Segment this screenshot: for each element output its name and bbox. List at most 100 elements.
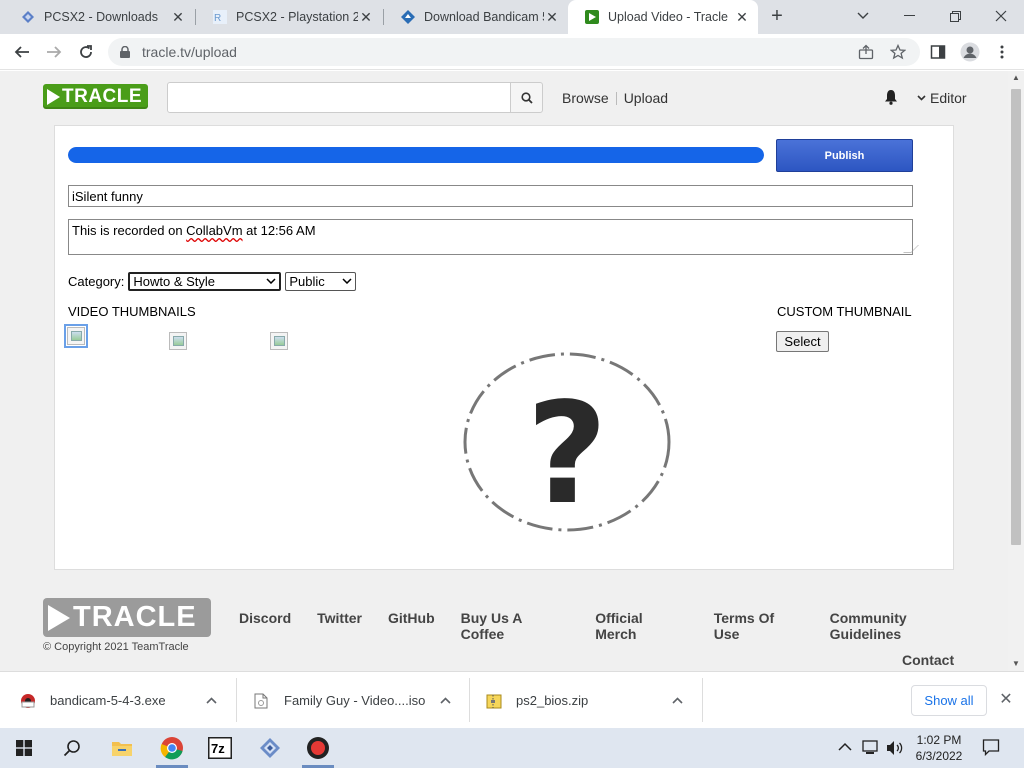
- privacy-select[interactable]: Public: [285, 272, 357, 291]
- side-panel-icon[interactable]: [928, 42, 948, 62]
- footer-logo[interactable]: TRACLE: [43, 598, 211, 637]
- pcsx2-icon: [20, 9, 36, 25]
- new-tab-icon[interactable]: +: [766, 6, 788, 28]
- copyright-text: © Copyright 2021 TeamTracle: [43, 641, 189, 653]
- search-input[interactable]: [167, 82, 511, 113]
- play-logo-icon: [48, 604, 70, 631]
- thumbnail-option-1[interactable]: [64, 324, 88, 348]
- play-logo-icon: [47, 88, 60, 105]
- footer-link-buy-coffee[interactable]: Buy Us A Coffee: [461, 610, 570, 642]
- footer-link-github[interactable]: GitHub: [388, 610, 435, 642]
- svg-text:7z: 7z: [211, 741, 225, 756]
- close-icon[interactable]: ✕: [358, 9, 374, 25]
- footer-link-discord[interactable]: Discord: [239, 610, 291, 642]
- tab-pcsx2-wiki[interactable]: R PCSX2 - Playstation 2 E ✕: [196, 0, 382, 34]
- footer-link-merch[interactable]: Official Merch: [595, 610, 688, 642]
- download-filename: ps2_bios.zip: [516, 693, 589, 708]
- page-scrollbar[interactable]: ▲ ▼: [1008, 71, 1024, 671]
- custom-thumbnail-heading: CUSTOM THUMBNAIL: [777, 304, 912, 319]
- select-thumbnail-button[interactable]: Select: [776, 331, 829, 352]
- chevron-up-icon[interactable]: [440, 695, 451, 707]
- video-title-value: iSilent funny: [72, 188, 143, 204]
- window-close-icon[interactable]: [978, 0, 1024, 32]
- search-button[interactable]: [510, 82, 543, 113]
- tab-search-chevron-icon[interactable]: [840, 0, 886, 32]
- 7zip-icon[interactable]: 7z: [196, 728, 244, 768]
- site-logo-text: TRACLE: [62, 85, 143, 107]
- chevron-down-icon: [917, 93, 926, 104]
- video-description-field[interactable]: This is recorded on CollabVm at 12:56 AM: [68, 219, 919, 255]
- search-icon: [520, 91, 533, 104]
- chevron-down-icon: [342, 276, 352, 287]
- footer-link-guidelines[interactable]: Community Guidelines: [830, 610, 982, 642]
- footer-links: Discord Twitter GitHub Buy Us A Coffee O…: [239, 610, 1008, 642]
- address-bar[interactable]: tracle.tv/upload: [108, 38, 920, 66]
- upload-link[interactable]: Upload: [624, 90, 668, 106]
- bookmark-star-icon[interactable]: [888, 42, 908, 62]
- tab-upload-video[interactable]: Upload Video - Tracle ✕: [568, 0, 758, 34]
- close-icon[interactable]: ✕: [170, 9, 186, 25]
- description-misspelled-word: CollabVm: [186, 223, 243, 238]
- notifications-bell-icon[interactable]: [884, 89, 898, 105]
- download-item[interactable]: bandicam-5-4-3.exe: [20, 672, 232, 729]
- scrollbar-thumb[interactable]: [1011, 89, 1021, 545]
- minimize-icon[interactable]: [886, 0, 932, 32]
- chevron-down-icon: [266, 276, 276, 287]
- volume-icon[interactable]: [886, 740, 904, 759]
- tracle-icon: [584, 9, 600, 25]
- windows-start-icon[interactable]: [0, 728, 48, 768]
- chevron-up-icon[interactable]: [206, 695, 217, 707]
- chevron-up-icon[interactable]: [672, 695, 683, 707]
- footer-link-terms[interactable]: Terms Of Use: [714, 610, 804, 642]
- download-item[interactable]: ps2_bios.zip: [486, 672, 696, 729]
- profile-avatar-icon[interactable]: [960, 42, 980, 62]
- category-select[interactable]: Howto & Style: [128, 272, 282, 291]
- download-divider: [702, 678, 703, 722]
- show-all-downloads-button[interactable]: Show all: [911, 685, 987, 716]
- upload-panel: Publish iSilent funny This is recorded o…: [54, 125, 954, 570]
- scroll-up-icon[interactable]: ▲: [1008, 71, 1024, 85]
- upload-progress-bar: [68, 147, 764, 163]
- video-title-field[interactable]: iSilent funny: [68, 185, 913, 207]
- share-icon[interactable]: [856, 42, 876, 62]
- notification-center-icon[interactable]: [982, 738, 1000, 759]
- tray-overflow-chevron-icon[interactable]: [838, 740, 852, 754]
- close-icon[interactable]: ✕: [997, 691, 1015, 709]
- taskbar-search-icon[interactable]: [48, 728, 96, 768]
- footer-link-contact[interactable]: Contact: [902, 652, 954, 668]
- system-clock[interactable]: 1:02 PM 6/3/2022: [907, 732, 971, 764]
- file-icon: [254, 693, 270, 709]
- lock-icon: [120, 45, 134, 59]
- chrome-icon[interactable]: [148, 728, 196, 768]
- bandicam-record-icon[interactable]: [294, 728, 342, 768]
- tab-pcsx2-downloads[interactable]: PCSX2 - Downloads ✕: [4, 0, 194, 34]
- network-app-icon[interactable]: [246, 728, 294, 768]
- publish-button[interactable]: Publish: [776, 139, 913, 172]
- footer-link-twitter[interactable]: Twitter: [317, 610, 362, 642]
- user-menu[interactable]: Editor: [917, 90, 967, 106]
- file-explorer-icon[interactable]: [98, 728, 146, 768]
- close-icon[interactable]: ✕: [734, 9, 750, 25]
- forward-icon[interactable]: [42, 40, 66, 64]
- download-item[interactable]: Family Guy - Video....iso: [254, 672, 466, 729]
- network-icon[interactable]: [862, 740, 880, 759]
- tab-title: PCSX2 - Playstation 2 E: [236, 10, 358, 24]
- category-value: Howto & Style: [133, 274, 216, 289]
- zip-icon: [486, 693, 502, 709]
- scroll-down-icon[interactable]: ▼: [1008, 657, 1024, 671]
- textarea-resize-handle[interactable]: [903, 245, 919, 253]
- site-logo[interactable]: TRACLE: [43, 84, 148, 109]
- placeholder-glyph: ?: [526, 373, 607, 532]
- restore-icon[interactable]: [932, 0, 978, 32]
- thumbnail-option-2[interactable]: [169, 332, 187, 350]
- browse-link[interactable]: Browse: [562, 90, 609, 106]
- thumbnail-option-3[interactable]: [270, 332, 288, 350]
- browser-menu-icon[interactable]: [992, 42, 1012, 62]
- category-label: Category:: [68, 274, 125, 289]
- close-icon[interactable]: ✕: [544, 9, 560, 25]
- nav-divider: [615, 91, 617, 105]
- tab-title: Download Bandicam 5: [424, 10, 544, 24]
- reload-icon[interactable]: [74, 40, 98, 64]
- back-icon[interactable]: [10, 40, 34, 64]
- tab-bandicam[interactable]: Download Bandicam 5 ✕: [384, 0, 568, 34]
